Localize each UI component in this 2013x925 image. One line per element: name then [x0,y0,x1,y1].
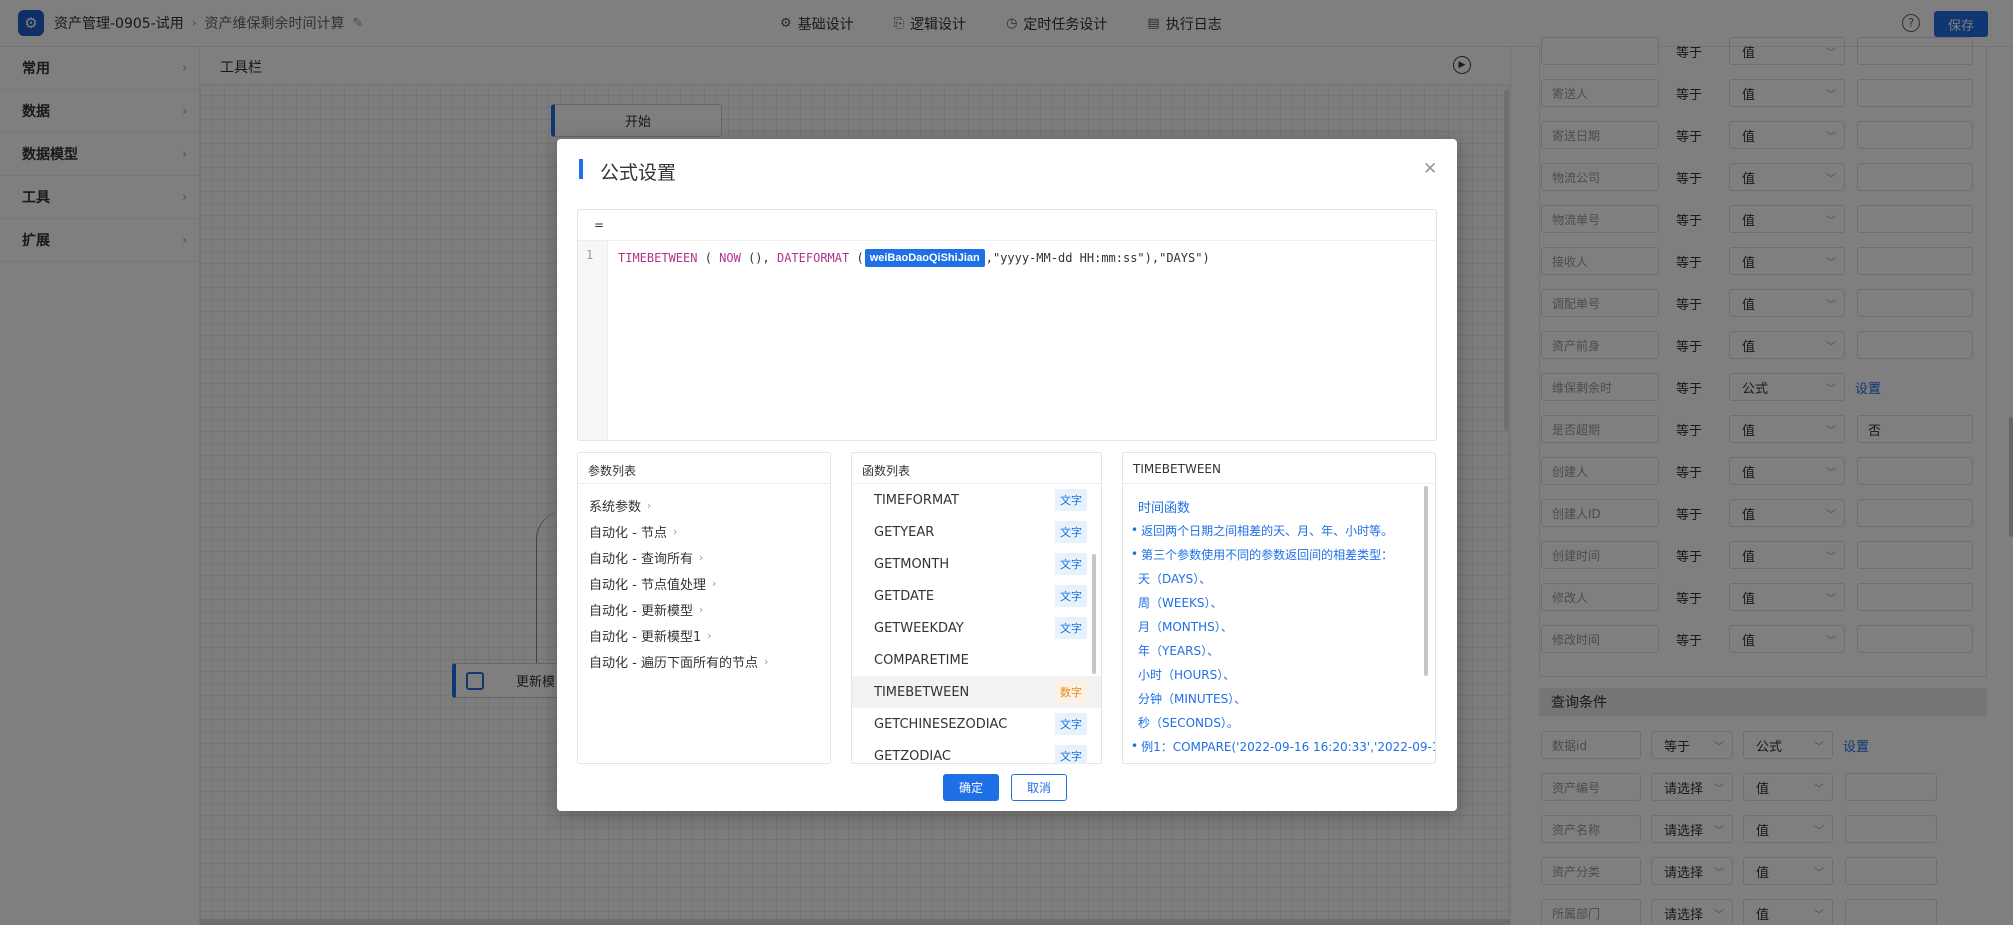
code-punct: ,"yyyy-MM-dd HH:mm:ss"),"DAYS") [985,251,1210,265]
chevron-right-icon: › [672,524,678,538]
description-line: 分钟（MINUTES）、 [1138,691,1247,706]
description-scrollbar[interactable] [1424,486,1428,676]
close-icon[interactable]: ✕ [1423,159,1437,179]
formula-editor[interactable]: = 1 TIMEBETWEEN ( NOW (), DATEFORMAT (we… [577,209,1437,441]
code-punct: ( [849,251,864,265]
code-punct: (), [740,251,777,265]
parameter-tag[interactable]: weiBaoDaoQiShiJian [864,249,985,267]
description-line: 天（DAYS）、 [1138,571,1212,586]
description-heading: 时间函数 [1138,500,1191,516]
return-type-badge: 数字 [1055,681,1087,703]
function-item[interactable]: COMPARETIME [852,644,1101,676]
panel-title: 参数列表 [578,453,830,484]
parameter-group-item[interactable]: 自动化 - 节点值处理 › [578,570,830,596]
function-list: TIMEFORMAT 文字 GETYEAR 文字 GETMONTH 文字 GETDATE 文字… [852,484,1101,764]
description-line: 秒（SECONDS）。 [1138,715,1239,730]
parameter-group-label: 自动化 - 节点值处理 [589,577,706,593]
function-list-scrollbar[interactable] [1092,554,1096,674]
panel-title: TIMEBETWEEN [1123,453,1435,484]
confirm-button[interactable]: 确定 [943,774,999,801]
function-name: GETYEAR [874,524,935,540]
chevron-right-icon: › [698,602,704,616]
parameter-group-label: 自动化 - 节点 [589,525,667,541]
formula-settings-dialog: 公式设置 ✕ = 1 TIMEBETWEEN ( NOW (), DATEFOR… [557,139,1457,811]
function-name: GETZODIAC [874,748,951,764]
function-item[interactable]: GETYEAR 文字 [852,516,1101,548]
function-name: COMPARETIME [874,652,969,668]
chevron-right-icon: › [647,498,652,512]
line-gutter: 1 [578,241,608,440]
function-token: DATEFORMAT [776,251,850,265]
description-line: 例1：COMPARE('2022-09-16 16:20:33','2022-0… [1131,734,1435,758]
dialog-title: 公式设置 [600,162,677,184]
function-description-panel: TIMEBETWEEN 时间函数 返回两个日期之间相差的天、月、年、小时等。第三… [1122,452,1436,764]
return-type-badge: 文字 [1055,521,1087,543]
description-line: 月（MONTHS）、 [1138,619,1233,634]
description-line: 第三个参数使用不同的参数返回间的相差类型： [1131,542,1435,566]
description-line: 返回两个日期之间相差的天、月、年、小时等。 [1131,518,1435,542]
equals-sign: = [578,210,1436,241]
parameter-group-item[interactable]: 自动化 - 查询所有 › [578,544,830,570]
function-description: 时间函数 返回两个日期之间相差的天、月、年、小时等。第三个参数使用不同的参数返回… [1123,484,1435,764]
line-number: 1 [586,248,594,262]
parameter-group-item[interactable]: 自动化 - 更新模型 › [578,596,830,622]
panel-title: 函数列表 [852,453,1101,484]
parameter-list: 系统参数 › 自动化 - 节点 › 自动化 - 查询所有 › 自动化 - 节点值处理 › 自动化… [578,484,830,674]
function-name: GETCHINESEZODIAC [874,716,1008,732]
parameter-group-item[interactable]: 系统参数 › [578,492,830,518]
function-token: NOW [719,251,741,265]
function-item[interactable]: TIMEFORMAT 文字 [852,484,1101,516]
function-name: GETDATE [874,588,935,604]
formula-code-line[interactable]: TIMEBETWEEN ( NOW (), DATEFORMAT (weiBao… [618,249,1210,267]
function-item[interactable]: GETDATE 文字 [852,580,1101,612]
parameter-group-label: 自动化 - 更新模型1 [589,629,702,645]
return-type-badge: 文字 [1055,745,1087,764]
title-accent-bar [579,159,583,179]
function-item[interactable]: GETWEEKDAY 文字 [852,612,1101,644]
parameter-group-item[interactable]: 自动化 - 遍历下面所有的节点 › [578,648,830,674]
function-name: GETMONTH [874,556,950,572]
function-item[interactable]: GETZODIAC 文字 [852,740,1101,764]
function-name: TIMEBETWEEN [874,684,970,700]
parameter-group-item[interactable]: 自动化 - 更新模型1 › [578,622,830,648]
function-list-panel: 函数列表 TIMEFORMAT 文字 GETYEAR 文字 GETMONTH 文字 GETD… [851,452,1102,764]
function-item[interactable]: GETCHINESEZODIAC 文字 [852,708,1101,740]
cancel-button[interactable]: 取消 [1011,774,1067,801]
parameter-list-panel: 参数列表 系统参数 › 自动化 - 节点 › 自动化 - 查询所有 › 自动化 - 节点值处… [577,452,831,764]
function-name: TIMEFORMAT [874,492,959,508]
function-item[interactable]: GETMONTH 文字 [852,548,1101,580]
chevron-right-icon: › [711,576,717,590]
function-name: GETWEEKDAY [874,620,964,636]
chevron-right-icon: › [707,628,712,642]
description-line: 周（WEEKS）、 [1138,595,1223,610]
function-item[interactable]: TIMEBETWEEN 数字 [852,676,1101,708]
return-type-badge: 文字 [1055,489,1087,511]
return-type-badge: 文字 [1055,713,1087,735]
return-type-badge: 文字 [1055,617,1087,639]
function-token: TIMEBETWEEN [618,251,698,265]
return-type-badge: 文字 [1055,553,1087,575]
chevron-right-icon: › [763,654,769,668]
parameter-group-label: 自动化 - 更新模型 [589,603,693,619]
parameter-group-label: 自动化 - 查询所有 [589,551,693,567]
code-punct: ( [697,251,720,265]
description-line: 年（YEARS）、 [1138,643,1220,658]
parameter-group-label: 自动化 - 遍历下面所有的节点 [589,655,758,671]
parameter-group-label: 系统参数 [589,499,642,515]
chevron-right-icon: › [698,550,704,564]
parameter-group-item[interactable]: 自动化 - 节点 › [578,518,830,544]
description-line: 小时（HOURS）、 [1138,667,1236,682]
return-type-badge: 文字 [1055,585,1087,607]
